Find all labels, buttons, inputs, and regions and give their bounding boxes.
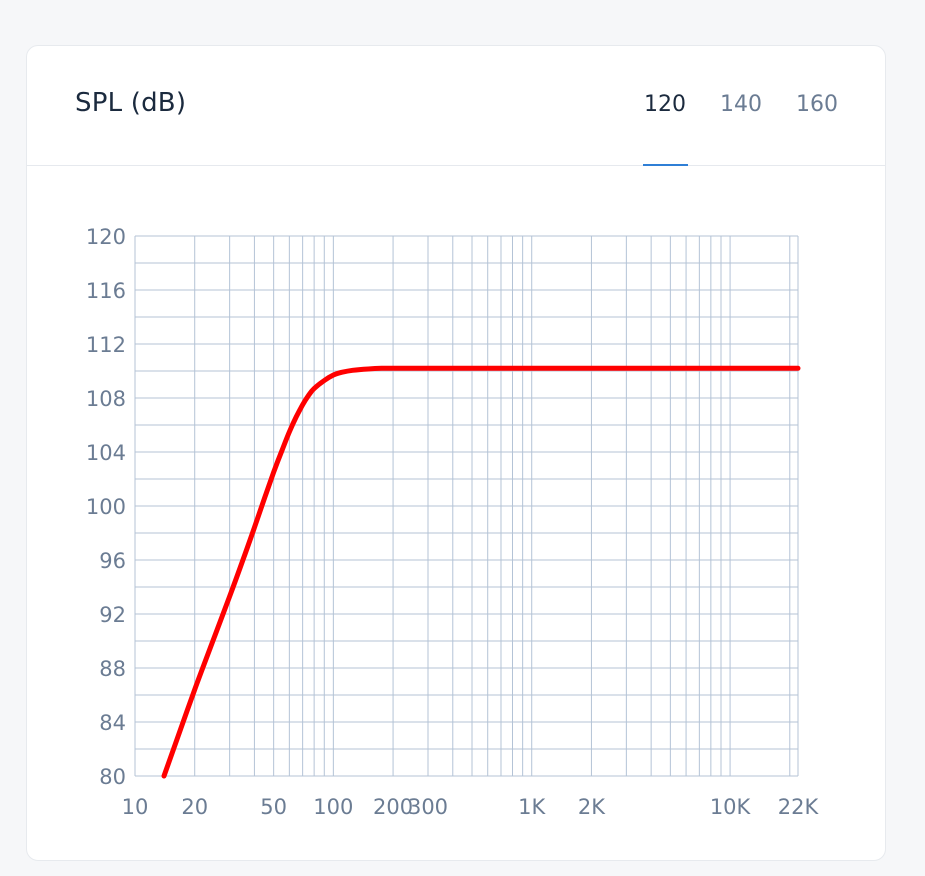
x-tick-label: 300	[408, 795, 448, 819]
x-tick-label: 1K	[518, 795, 546, 819]
x-tick-label: 10K	[710, 795, 752, 819]
y-tick-label: 120	[86, 225, 126, 249]
y-tick-label: 108	[86, 387, 126, 411]
y-tick-label: 104	[86, 441, 126, 465]
spl-chart: 1201161121081041009692888480 10 20 50 100 20…	[86, 225, 820, 819]
y-tick-label: 100	[86, 495, 126, 519]
x-tick-label: 100	[313, 795, 353, 819]
x-tick-labels: 10 20 50 100 200300 1K 2K 10K 22K	[122, 795, 820, 819]
y-tick-label: 80	[99, 765, 126, 789]
y-tick-label: 92	[99, 603, 126, 627]
x-tick-label: 2K	[578, 795, 606, 819]
chart-grid	[134, 235, 799, 777]
y-tick-label: 112	[86, 333, 126, 357]
y-tick-label: 96	[99, 549, 126, 573]
x-tick-label: 10	[122, 795, 149, 819]
chart-series	[161, 365, 801, 779]
x-tick-label: 50	[260, 795, 287, 819]
spl-curve	[161, 365, 801, 779]
y-tick-label: 116	[86, 279, 126, 303]
y-tick-labels: 120 116 112 108 104 100 96 92 88 84 80	[86, 225, 126, 789]
y-tick-label: 84	[99, 711, 126, 735]
x-tick-label: 22K	[778, 795, 820, 819]
x-tick-label: 20	[181, 795, 208, 819]
y-tick-label: 88	[99, 657, 126, 681]
